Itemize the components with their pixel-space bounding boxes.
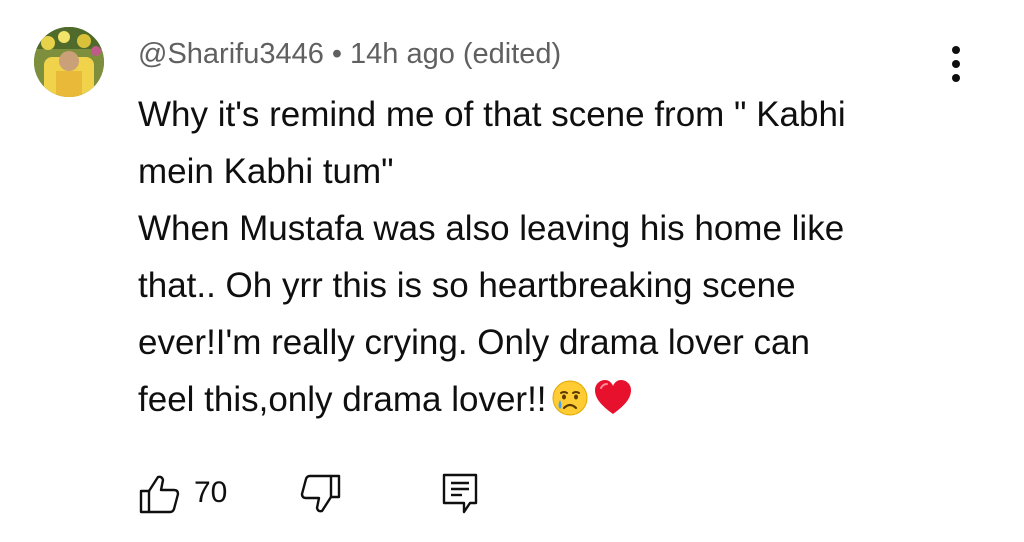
comment-meta: @Sharifu3446 • 14h ago (edited)	[138, 36, 561, 72]
thumbs-down-icon	[300, 474, 341, 513]
reply-button[interactable]	[440, 472, 480, 514]
comment-line-last: feel this,only drama lover!!	[138, 371, 958, 434]
dislike-button[interactable]	[298, 474, 342, 514]
avatar[interactable]	[34, 27, 104, 97]
comment-line: ever!I'm really crying. Only drama lover…	[138, 323, 810, 362]
author-name[interactable]: @Sharifu3446	[138, 38, 324, 70]
more-vertical-icon	[952, 46, 960, 82]
comment-line: mein Kabhi tum"	[138, 152, 394, 191]
red-heart-icon	[593, 377, 633, 434]
comment-text: Why it's remind me of that scene from " …	[138, 86, 958, 434]
comment-line: that.. Oh yrr this is so heartbreaking s…	[138, 266, 796, 305]
comment-line-text: feel this,only drama lover!!	[138, 380, 547, 419]
thumbs-up-icon	[139, 475, 180, 514]
comment-line: Why it's remind me of that scene from " …	[138, 95, 846, 134]
crying-face-icon	[551, 377, 589, 434]
comment-timestamp[interactable]: 14h ago (edited)	[350, 38, 561, 70]
like-count: 70	[194, 476, 228, 509]
comment-reply-icon	[442, 473, 478, 514]
like-button[interactable]: 70	[138, 468, 248, 518]
comment-card: @Sharifu3446 • 14h ago (edited) Why it's r…	[0, 0, 1024, 542]
comment-line: When Mustafa was also leaving his home l…	[138, 209, 845, 248]
more-options-button[interactable]	[938, 42, 974, 86]
meta-separator: •	[331, 38, 342, 70]
